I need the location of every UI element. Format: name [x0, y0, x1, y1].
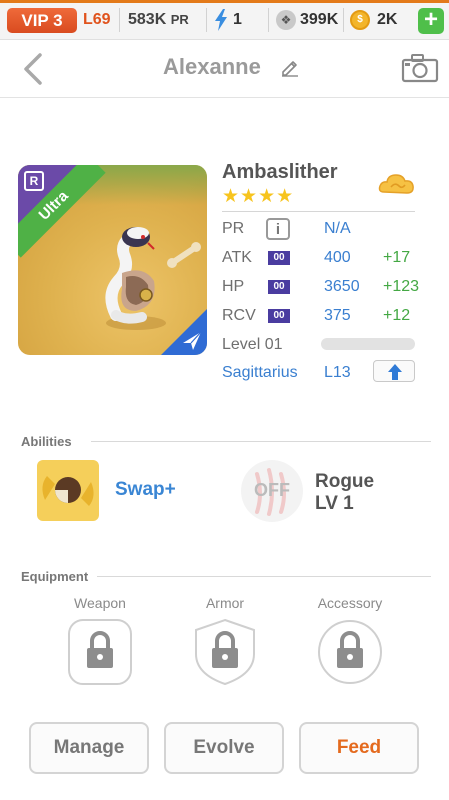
star-rating: ★★★★	[222, 186, 295, 207]
evolve-button[interactable]: Evolve	[164, 722, 284, 774]
zodiac-sign[interactable]: Sagittarius	[222, 364, 298, 382]
page-title[interactable]: Alexanne	[163, 54, 261, 82]
level-progress-bar	[321, 338, 415, 350]
rank-badge: R	[24, 171, 44, 191]
active-ability-name[interactable]: Swap+	[115, 479, 176, 501]
hp-bonus: +123	[383, 278, 420, 295]
airplane-class-icon	[183, 331, 202, 350]
passive-ability-info: Rogue LV 1	[315, 471, 374, 515]
player-pr: 583K PR	[128, 10, 189, 30]
level-label: Level 01	[222, 336, 283, 353]
rcv-value: 375	[324, 307, 351, 324]
rcv-label: RCV	[222, 307, 256, 324]
equipment-heading: Equipment	[21, 569, 89, 584]
coin-icon: $	[350, 10, 370, 30]
rcv-bonus: +12	[383, 307, 411, 324]
armor-slot[interactable]	[192, 618, 258, 686]
passive-ability-level: LV 1	[315, 493, 354, 514]
manage-button[interactable]: Manage	[29, 722, 149, 774]
zodiac-level: L13	[324, 364, 351, 381]
coin-count: 2K	[377, 11, 398, 28]
swap-icon	[42, 476, 94, 506]
info-icon[interactable]: i	[266, 218, 290, 240]
equipment-divider	[97, 576, 431, 577]
player-pr-value: 583K	[128, 11, 167, 28]
up-arrow-icon	[388, 364, 402, 380]
swap-ability-icon[interactable]	[37, 460, 99, 521]
abilities-heading: Abilities	[21, 434, 72, 449]
weapon-slot[interactable]	[67, 618, 133, 686]
status-divider	[119, 8, 120, 32]
status-divider	[343, 8, 344, 32]
abilities-divider	[91, 441, 431, 442]
rcv-plus-badge: 00	[268, 309, 290, 323]
passive-ability-name: Rogue	[315, 471, 375, 492]
add-currency-button[interactable]: +	[418, 8, 444, 34]
hp-value: 3650	[324, 278, 360, 295]
atk-bonus: +17	[383, 249, 411, 266]
cloud-element-icon[interactable]	[378, 170, 416, 200]
camera-icon[interactable]	[401, 53, 439, 83]
player-pr-unit: PR	[170, 12, 189, 27]
status-accent-line	[0, 0, 449, 3]
monster-detail-screen: VIP 3 L69 583K PR 1 ❖ 399K $ 2K + Alexan…	[0, 0, 449, 800]
pr-label: PR	[222, 220, 245, 237]
info-divider	[222, 211, 415, 212]
atk-value: 400	[324, 249, 351, 266]
passive-ability-state: OFF	[254, 480, 290, 500]
edit-name-icon[interactable]	[280, 57, 300, 77]
upgrade-sign-button[interactable]	[373, 360, 415, 382]
status-divider	[268, 8, 269, 32]
hp-label: HP	[222, 278, 245, 295]
energy-count: 1	[233, 11, 242, 28]
monster-name: Ambaslither	[222, 161, 338, 183]
accessory-slot[interactable]	[317, 618, 383, 686]
monster-nickname: Alexanne	[163, 54, 261, 79]
atk-label: ATK	[222, 249, 252, 266]
status-bar: VIP 3 L69 583K PR 1 ❖ 399K $ 2K +	[0, 0, 449, 40]
weapon-label: Weapon	[74, 595, 126, 611]
feed-button[interactable]: Feed	[299, 722, 419, 774]
pr-value: N/A	[324, 220, 351, 237]
paw-icon: ❖	[276, 10, 296, 30]
header: Alexanne	[0, 40, 449, 98]
vip-badge[interactable]: VIP 3	[7, 8, 77, 33]
monster-portrait[interactable]: Ultra R	[18, 165, 207, 355]
paw-count: 399K	[300, 11, 339, 28]
atk-plus-badge: 00	[268, 251, 290, 265]
player-level: L69	[83, 11, 111, 28]
status-divider	[206, 8, 207, 32]
back-arrow-icon[interactable]	[20, 52, 48, 86]
armor-label: Armor	[205, 595, 245, 611]
hp-plus-badge: 00	[268, 280, 290, 294]
lightning-icon	[215, 9, 227, 31]
accessory-label: Accessory	[317, 595, 383, 611]
